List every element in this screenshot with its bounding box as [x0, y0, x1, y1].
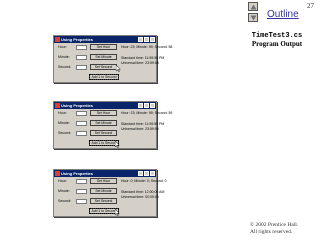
minimize-button[interactable]: [138, 171, 143, 176]
nav-down-button[interactable]: [248, 13, 258, 22]
window-title: Using Properties: [61, 171, 94, 176]
universal-time-readout: Universal time: 00:00:00: [121, 195, 159, 199]
set-second-button[interactable]: Set Second: [90, 64, 117, 70]
mouse-pointer-icon: [116, 65, 121, 72]
minimize-button[interactable]: [138, 103, 143, 108]
window-titlebar: Using Properties: [54, 102, 156, 109]
second-input[interactable]: [76, 131, 87, 136]
triangle-down-icon: [250, 15, 257, 21]
properties-window-3: Using Properties Hour: Set Hour Minute: …: [53, 169, 167, 217]
slide-number: 27: [307, 2, 314, 10]
window-title: Using Properties: [61, 103, 94, 108]
minute-label: Minute:: [58, 121, 70, 125]
hour-label: Hour:: [58, 45, 67, 49]
second-input[interactable]: [76, 65, 87, 70]
hms-readout: Hour: 23; Minute: 59; Second: 58: [121, 45, 173, 49]
nav-up-button[interactable]: [248, 2, 258, 11]
standard-time-readout: Standard time: 12:00:00 AM: [121, 190, 165, 194]
window-title: Using Properties: [61, 37, 94, 42]
hour-input[interactable]: [76, 179, 87, 184]
minute-input[interactable]: [76, 55, 87, 60]
maximize-button[interactable]: [144, 37, 149, 42]
mouse-pointer-icon: [115, 209, 120, 216]
set-hour-button[interactable]: Set Hour: [90, 178, 117, 184]
minute-label: Minute:: [58, 189, 70, 193]
slide-subtitle: TimeTest3.cs Program Output: [246, 32, 308, 48]
app-icon: [55, 171, 60, 176]
window-titlebar: Using Properties: [54, 170, 156, 177]
hour-label: Hour:: [58, 111, 67, 115]
app-icon: [55, 37, 60, 42]
set-minute-button[interactable]: Set Minute: [90, 120, 117, 126]
second-label: Second:: [58, 65, 72, 69]
hour-input[interactable]: [76, 45, 87, 50]
second-label: Second:: [58, 199, 72, 203]
minute-label: Minute:: [58, 55, 70, 59]
close-button[interactable]: [150, 37, 155, 42]
close-button[interactable]: [150, 103, 155, 108]
set-hour-button[interactable]: Set Hour: [90, 110, 117, 116]
properties-window-2: Using Properties Hour: Set Hour Minute: …: [53, 101, 172, 149]
minimize-button[interactable]: [138, 37, 143, 42]
close-button[interactable]: [150, 171, 155, 176]
standard-time-readout: Standard time: 11:59:58 PM: [121, 56, 165, 60]
set-hour-button[interactable]: Set Hour: [90, 44, 117, 50]
minute-input[interactable]: [76, 121, 87, 126]
universal-time-readout: Universal time: 23:59:59: [121, 127, 159, 131]
subtitle-code: TimeTest3.cs: [251, 32, 303, 40]
second-input[interactable]: [76, 199, 87, 204]
universal-time-readout: Universal time: 23:59:58: [121, 61, 159, 65]
properties-window-1: Using Properties Hour: Set Hour Minute: …: [53, 35, 172, 83]
minute-input[interactable]: [76, 189, 87, 194]
copyright-notice: © 2002 Prentice Hall. All rights reserve…: [250, 222, 298, 236]
hour-input[interactable]: [76, 111, 87, 116]
mouse-pointer-icon: [115, 141, 120, 148]
app-icon: [55, 103, 60, 108]
standard-time-readout: Standard time: 11:59:59 PM: [121, 122, 165, 126]
set-second-button[interactable]: Set Second: [90, 198, 117, 204]
set-minute-button[interactable]: Set Minute: [90, 188, 117, 194]
copyright-line-2: All rights reserved.: [250, 229, 293, 235]
window-titlebar: Using Properties: [54, 36, 156, 43]
set-second-button[interactable]: Set Second: [90, 130, 117, 136]
hms-readout: Hour: 0; Minute: 0; Second: 0: [121, 179, 167, 183]
maximize-button[interactable]: [144, 171, 149, 176]
triangle-up-icon: [250, 4, 257, 10]
outline-link[interactable]: Outline: [267, 9, 299, 20]
maximize-button[interactable]: [144, 103, 149, 108]
second-label: Second:: [58, 131, 72, 135]
add-second-button[interactable]: Add 1 to Second: [89, 74, 119, 80]
hour-label: Hour:: [58, 179, 67, 183]
subtitle-text: Program Output: [251, 40, 303, 48]
hms-readout: Hour: 23; Minute: 59; Second: 59: [121, 111, 173, 115]
copyright-line-1: © 2002 Prentice Hall.: [250, 222, 299, 228]
set-minute-button[interactable]: Set Minute: [90, 54, 117, 60]
